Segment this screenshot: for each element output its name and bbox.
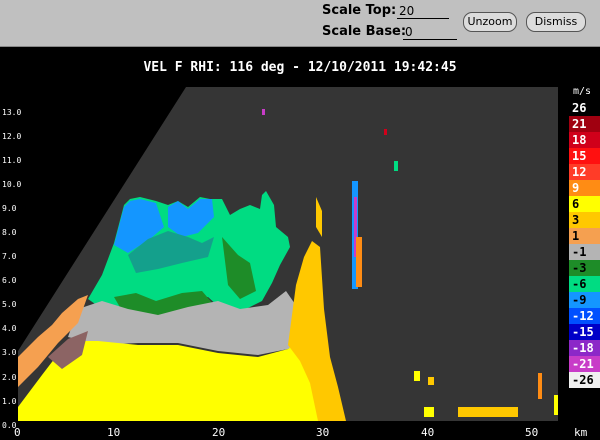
x-tick-label: 10 [107,426,121,439]
y-tick-label: 9.0 [2,204,17,213]
colorbar-entry: 1 [569,228,600,244]
colorbar-entry: -12 [569,308,600,324]
scale-top-label: Scale Top: [322,3,397,18]
y-tick-label: 11.0 [2,156,22,165]
colorbar-entry: -15 [569,324,600,340]
x-tick-label: 20 [212,426,226,439]
scale-base-input[interactable] [403,24,457,40]
y-tick-label: 12.0 [2,132,22,141]
x-tick-label: 40 [421,426,435,439]
scale-base-label: Scale Base: [322,24,407,39]
x-tick-label: 30 [316,426,330,439]
colorbar-unit: m/s [573,86,592,97]
y-tick-label: 13.0 [2,108,22,117]
toolbar: Scale Top: Scale Base: Unzoom Dismiss [0,0,600,47]
y-tick-label: 3.0 [2,348,17,357]
x-tick-label: 0 [14,426,21,439]
colorbar-entry: -21 [569,356,600,372]
colorbar-entry: -26 [569,372,600,388]
colorbar-entry: 12 [569,164,600,180]
plot-title: VEL F RHI: 116 deg - 12/10/2011 19:42:45 [143,60,457,75]
colorbar-entry: 6 [569,196,600,212]
rhi-plot[interactable] [18,87,558,421]
rhi-velocity-image [18,87,558,421]
scale-top-input[interactable] [397,3,449,19]
colorbar-entry: 3 [569,212,600,228]
y-tick-label: 4.0 [2,324,17,333]
colorbar-entry: -18 [569,340,600,356]
y-tick-label: 8.0 [2,228,17,237]
y-tick-label: 2.0 [2,373,17,382]
colorbar: 26 21 18 15 12 9 6 3 1 -1 -3 -6 -9 -12 -15 -18 -21 -26 [569,100,600,388]
colorbar-entry: 18 [569,132,600,148]
x-tick-label: 50 [525,426,539,439]
y-tick-label: 7.0 [2,252,17,261]
y-tick-label: 5.0 [2,300,17,309]
y-tick-label: 10.0 [2,180,22,189]
y-tick-label: 1.0 [2,397,17,406]
colorbar-entry: -9 [569,292,600,308]
unzoom-button[interactable]: Unzoom [463,12,517,32]
colorbar-entry: -6 [569,276,600,292]
colorbar-entry: -3 [569,260,600,276]
colorbar-entry: 26 [569,100,600,116]
y-tick-label: 6.0 [2,276,17,285]
dismiss-button[interactable]: Dismiss [526,12,586,32]
colorbar-entry: -1 [569,244,600,260]
colorbar-entry: 15 [569,148,600,164]
x-axis-unit: km [574,426,588,439]
colorbar-entry: 21 [569,116,600,132]
colorbar-entry: 9 [569,180,600,196]
